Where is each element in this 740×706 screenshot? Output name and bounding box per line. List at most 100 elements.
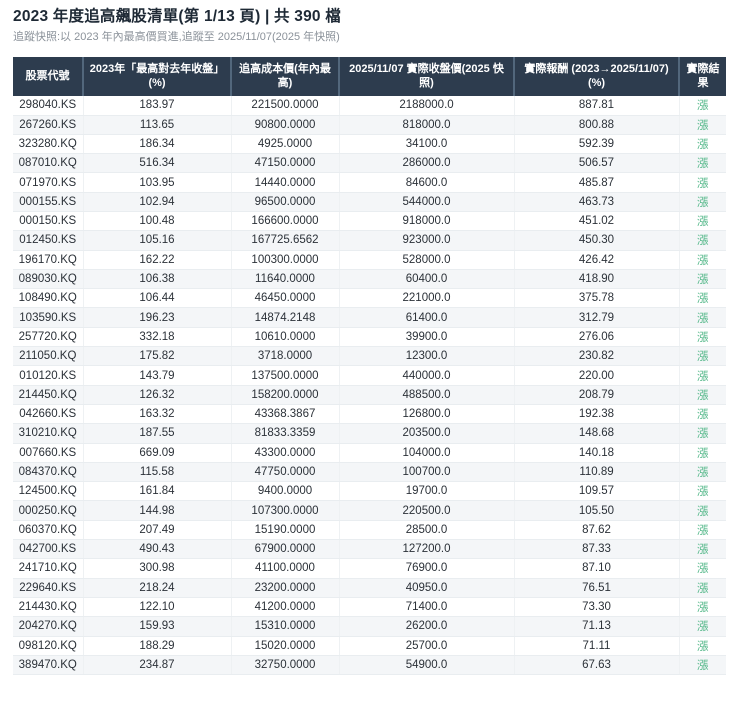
table-row: 084370.KQ 115.58 47750.0000 100700.0 110.89 漲 [13, 462, 726, 483]
stock-code-cell: 211050.KQ [13, 346, 83, 367]
cost-price-cell: 221500.0000 [230, 95, 339, 116]
max-vs-prev-close-cell: 186.34 [82, 134, 231, 155]
result-cell: 漲 [678, 230, 726, 251]
stock-code-cell: 298040.KS [13, 95, 83, 116]
max-vs-prev-close-cell: 332.18 [82, 327, 231, 348]
table-row: 214430.KQ 122.10 41200.0000 71400.0 73.30 漲 [13, 597, 726, 618]
actual-close-cell: 34100.0 [338, 134, 514, 155]
cost-price-cell: 100300.0000 [230, 250, 339, 270]
report-page: 2023 年度追高飆股清單(第 1/13 頁) | 共 390 檔 追蹤快照:以… [0, 0, 740, 677]
result-cell: 漲 [678, 172, 726, 193]
table-row: 007660.KS 669.09 43300.0000 104000.0 140.18 漲 [13, 443, 726, 463]
actual-close-cell: 923000.0 [338, 230, 514, 251]
stock-code-cell: 257720.KQ [13, 327, 83, 348]
cost-price-cell: 158200.0000 [230, 385, 339, 405]
result-cell: 漲 [678, 655, 726, 676]
table-row: 310210.KQ 187.55 81833.3359 203500.0 148.68 漲 [13, 423, 726, 444]
actual-close-cell: 528000.0 [338, 250, 514, 270]
result-cell: 漲 [678, 365, 726, 386]
result-cell: 漲 [678, 250, 726, 270]
max-vs-prev-close-cell: 106.44 [82, 288, 231, 309]
table-row: 042700.KS 490.43 67900.0000 127200.0 87.33 漲 [13, 539, 726, 560]
stock-code-cell: 000155.KS [13, 192, 83, 212]
table-row: 267260.KS 113.65 90800.0000 818000.0 800.88 漲 [13, 115, 726, 135]
actual-close-cell: 25700.0 [338, 636, 514, 656]
actual-close-cell: 61400.0 [338, 307, 514, 328]
table-row: 089030.KQ 106.38 11640.0000 60400.0 418.90 漲 [13, 269, 726, 290]
actual-return-cell: 276.06 [513, 327, 679, 348]
cost-price-cell: 107300.0000 [230, 500, 339, 521]
max-vs-prev-close-cell: 100.48 [82, 211, 231, 232]
table-header: 股票代號 2023年「最高對去年收盤」(%) 追高成本價(年內最高) 2025/11/… [13, 56, 726, 96]
stock-code-cell: 042660.KS [13, 404, 83, 425]
actual-close-cell: 12300.0 [338, 346, 514, 367]
table-row: 098120.KQ 188.29 15020.0000 25700.0 71.11 漲 [13, 636, 726, 656]
table-row: 214450.KQ 126.32 158200.0000 488500.0 208.79… [13, 385, 726, 405]
max-vs-prev-close-cell: 516.34 [82, 153, 231, 174]
result-cell: 漲 [678, 443, 726, 463]
cost-price-cell: 47150.0000 [230, 153, 339, 174]
actual-return-cell: 87.10 [513, 558, 679, 579]
actual-return-cell: 140.18 [513, 443, 679, 463]
max-vs-prev-close-cell: 669.09 [82, 443, 231, 463]
actual-return-cell: 71.11 [513, 636, 679, 656]
stock-table: 股票代號 2023年「最高對去年收盤」(%) 追高成本價(年內最高) 2025/11/… [13, 56, 726, 676]
cost-price-cell: 23200.0000 [230, 578, 339, 598]
max-vs-prev-close-cell: 143.79 [82, 365, 231, 386]
table-row: 211050.KQ 175.82 3718.0000 12300.0 230.82 漲 [13, 346, 726, 367]
max-vs-prev-close-cell: 126.32 [82, 385, 231, 405]
result-cell: 漲 [678, 520, 726, 541]
cost-price-cell: 11640.0000 [230, 269, 339, 290]
actual-close-cell: 54900.0 [338, 655, 514, 676]
actual-close-cell: 488500.0 [338, 385, 514, 405]
max-vs-prev-close-cell: 102.94 [82, 192, 231, 212]
result-cell: 漲 [678, 269, 726, 290]
result-cell: 漲 [678, 385, 726, 405]
max-vs-prev-close-cell: 188.29 [82, 636, 231, 656]
actual-close-cell: 40950.0 [338, 578, 514, 598]
actual-close-cell: 104000.0 [338, 443, 514, 463]
actual-close-cell: 100700.0 [338, 462, 514, 483]
max-vs-prev-close-cell: 159.93 [82, 616, 231, 637]
cost-price-cell: 41100.0000 [230, 558, 339, 579]
column-header: 2023年「最高對去年收盤」(%) [82, 56, 231, 96]
cost-price-cell: 47750.0000 [230, 462, 339, 483]
stock-code-cell: 060370.KQ [13, 520, 83, 541]
cost-price-cell: 166600.0000 [230, 211, 339, 232]
actual-close-cell: 19700.0 [338, 481, 514, 502]
stock-code-cell: 010120.KS [13, 365, 83, 386]
stock-code-cell: 087010.KQ [13, 153, 83, 174]
result-cell: 漲 [678, 327, 726, 348]
max-vs-prev-close-cell: 187.55 [82, 423, 231, 444]
table-row: 087010.KQ 516.34 47150.0000 286000.0 506.57 漲 [13, 153, 726, 174]
actual-close-cell: 203500.0 [338, 423, 514, 444]
stock-code-cell: 229640.KS [13, 578, 83, 598]
actual-return-cell: 87.62 [513, 520, 679, 541]
actual-close-cell: 440000.0 [338, 365, 514, 386]
table-row: 196170.KQ 162.22 100300.0000 528000.0 426.42… [13, 250, 726, 270]
max-vs-prev-close-cell: 218.24 [82, 578, 231, 598]
actual-close-cell: 918000.0 [338, 211, 514, 232]
stock-code-cell: 000150.KS [13, 211, 83, 232]
table-row: 389470.KQ 234.87 32750.0000 54900.0 67.63 漲 [13, 655, 726, 676]
max-vs-prev-close-cell: 103.95 [82, 172, 231, 193]
cost-price-cell: 90800.0000 [230, 115, 339, 135]
result-cell: 漲 [678, 307, 726, 328]
max-vs-prev-close-cell: 113.65 [82, 115, 231, 135]
result-cell: 漲 [678, 346, 726, 367]
stock-code-cell: 098120.KQ [13, 636, 83, 656]
table-body: 298040.KS 183.97 221500.0000 2188000.0 887.8… [13, 95, 726, 676]
actual-close-cell: 71400.0 [338, 597, 514, 618]
result-cell: 漲 [678, 211, 726, 232]
page-subtitle: 追蹤快照:以 2023 年內最高價買進,追蹤至 2025/11/07(2025 … [13, 31, 340, 44]
stock-code-cell: 042700.KS [13, 539, 83, 560]
table-row: 012450.KS 105.16 167725.6562 923000.0 450.30… [13, 230, 726, 251]
actual-close-cell: 221000.0 [338, 288, 514, 309]
stock-code-cell: 310210.KQ [13, 423, 83, 444]
cost-price-cell: 15190.0000 [230, 520, 339, 541]
max-vs-prev-close-cell: 122.10 [82, 597, 231, 618]
stock-code-cell: 071970.KS [13, 172, 83, 193]
max-vs-prev-close-cell: 115.58 [82, 462, 231, 483]
table-row: 103590.KS 196.23 14874.2148 61400.0 312.79 漲 [13, 307, 726, 328]
cost-price-cell: 15310.0000 [230, 616, 339, 637]
